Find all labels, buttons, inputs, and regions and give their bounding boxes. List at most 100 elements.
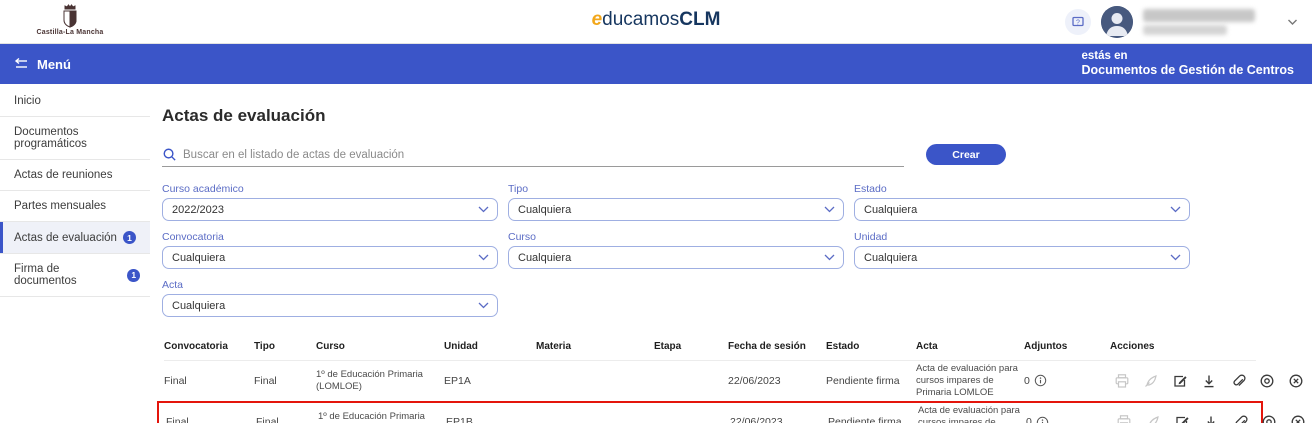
sidebar: Inicio Documentos programáticos Actas de… (0, 84, 150, 423)
col-header: Adjuntos (1024, 341, 1110, 352)
cell-convocatoria: Final (166, 416, 256, 423)
select-value: 2022/2023 (172, 204, 224, 216)
download-icon[interactable] (1201, 373, 1217, 389)
print-icon[interactable] (1116, 414, 1132, 423)
view-icon[interactable] (1261, 414, 1277, 423)
col-header: Unidad (444, 341, 536, 352)
select-value: Cualquiera (172, 252, 225, 264)
unidad-select[interactable]: Cualquiera (854, 246, 1190, 269)
sidebar-item-label: Inicio (14, 95, 41, 107)
filter-convocatoria: Convocatoria Cualquiera (162, 231, 498, 269)
print-icon[interactable] (1114, 373, 1130, 389)
top-header: Castilla-La Mancha educamosCLM ? (0, 0, 1312, 44)
create-button[interactable]: Crear (926, 144, 1006, 165)
table-row: Final Final 1º de Educación Primaria (LO… (164, 360, 1256, 401)
convocatoria-select[interactable]: Cualquiera (162, 246, 498, 269)
view-icon[interactable] (1259, 373, 1275, 389)
sidebar-item-label: Partes mensuales (14, 200, 106, 212)
brand-mid: ducamos (602, 9, 679, 30)
main-content: Actas de evaluación Crear Curso académic… (150, 84, 1312, 423)
cancel-icon[interactable] (1290, 414, 1306, 423)
attach-icon[interactable] (1230, 373, 1246, 389)
select-value: Cualquiera (864, 204, 917, 216)
sidebar-item-label: Actas de evaluación (14, 232, 117, 244)
filter-curso: Curso Cualquiera (508, 231, 844, 269)
info-icon[interactable] (1034, 374, 1047, 387)
search-input[interactable] (183, 149, 904, 161)
cell-estado: Pendiente firma (826, 375, 916, 387)
cell-adjuntos: 0 (1024, 374, 1110, 387)
chevron-down-icon (478, 254, 489, 261)
count-badge: 1 (127, 269, 140, 282)
col-header: Fecha de sesión (728, 341, 826, 352)
cell-unidad: EP1B (446, 416, 538, 423)
cell-acciones (1110, 373, 1310, 389)
cell-curso: 1º de Educación Primaria (LOMLOE) (316, 369, 444, 393)
tipo-select[interactable]: Cualquiera (508, 198, 844, 221)
chevron-down-icon (1170, 206, 1181, 213)
adjuntos-count: 0 (1026, 416, 1032, 423)
search-icon (162, 147, 177, 162)
sidebar-item-label: Documentos programáticos (14, 126, 140, 150)
menu-collapse-icon (14, 57, 29, 71)
sign-icon[interactable] (1143, 373, 1159, 389)
user-menu-chevron-down-icon[interactable] (1287, 13, 1298, 31)
user-zone: ? (1065, 0, 1298, 44)
select-value: Cualquiera (172, 300, 225, 312)
filter-tipo: Tipo Cualquiera (508, 183, 844, 221)
cell-acciones (1112, 414, 1312, 423)
location-indicator: estás en Documentos de Gestión de Centro… (1081, 49, 1298, 79)
edit-icon[interactable] (1174, 414, 1190, 423)
cell-unidad: EP1A (444, 375, 536, 387)
user-name-redacted (1143, 9, 1255, 35)
chevron-down-icon (824, 254, 835, 261)
filter-label: Curso (508, 231, 844, 243)
cell-acta: Acta de evaluación para cursos impares d… (918, 405, 1026, 423)
acta-select[interactable]: Cualquiera (162, 294, 498, 317)
attach-icon[interactable] (1232, 414, 1248, 423)
info-icon[interactable] (1036, 416, 1049, 423)
curso-academico-select[interactable]: 2022/2023 (162, 198, 498, 221)
filter-label: Curso académico (162, 183, 498, 195)
brand-e: e (592, 9, 603, 30)
sidebar-item-actas-de-evaluacion[interactable]: Actas de evaluación 1 (0, 222, 150, 254)
filter-label: Unidad (854, 231, 1190, 243)
sidebar-item-inicio[interactable]: Inicio (0, 86, 150, 117)
estado-select[interactable]: Cualquiera (854, 198, 1190, 221)
sidebar-item-firma-de-documentos[interactable]: Firma de documentos 1 (0, 254, 150, 297)
svg-text:?: ? (1076, 19, 1080, 26)
avatar[interactable] (1101, 6, 1133, 38)
filter-label: Convocatoria (162, 231, 498, 243)
cell-acta: Acta de evaluación para cursos impares d… (916, 363, 1024, 399)
table-header-row: Convocatoria Tipo Curso Unidad Materia E… (164, 337, 1256, 360)
table-row-highlighted: Final Final 1º de Educación Primaria (LO… (157, 401, 1263, 423)
edit-icon[interactable] (1172, 373, 1188, 389)
sidebar-item-partes-mensuales[interactable]: Partes mensuales (0, 191, 150, 222)
cell-adjuntos: 0 (1026, 416, 1112, 423)
cell-tipo: Final (254, 375, 316, 387)
cell-fecha-sesion: 22/06/2023 (728, 375, 826, 387)
count-badge: 1 (123, 231, 136, 244)
select-value: Cualquiera (518, 204, 571, 216)
chevron-down-icon (478, 302, 489, 309)
col-header: Acciones (1110, 341, 1256, 352)
help-icon[interactable]: ? (1065, 9, 1091, 35)
page-title: Actas de evaluación (162, 106, 1292, 126)
curso-select[interactable]: Cualquiera (508, 246, 844, 269)
sidebar-item-documentos-programaticos[interactable]: Documentos programáticos (0, 117, 150, 160)
filters: Curso académico 2022/2023 Tipo Cualquier… (162, 183, 1190, 317)
sign-icon[interactable] (1145, 414, 1161, 423)
sidebar-item-actas-de-reuniones[interactable]: Actas de reuniones (0, 160, 150, 191)
filter-estado: Estado Cualquiera (854, 183, 1190, 221)
filter-unidad: Unidad Cualquiera (854, 231, 1190, 269)
download-icon[interactable] (1203, 414, 1219, 423)
cancel-icon[interactable] (1288, 373, 1304, 389)
location-line2: Documentos de Gestión de Centros (1081, 63, 1294, 79)
col-header: Acta (916, 341, 1024, 352)
menu-label: Menú (37, 57, 71, 72)
search-box (162, 147, 904, 167)
col-header: Tipo (254, 341, 316, 352)
menu-toggle[interactable]: Menú (14, 57, 71, 72)
adjuntos-count: 0 (1024, 375, 1030, 387)
sidebar-item-label: Firma de documentos (14, 263, 121, 287)
